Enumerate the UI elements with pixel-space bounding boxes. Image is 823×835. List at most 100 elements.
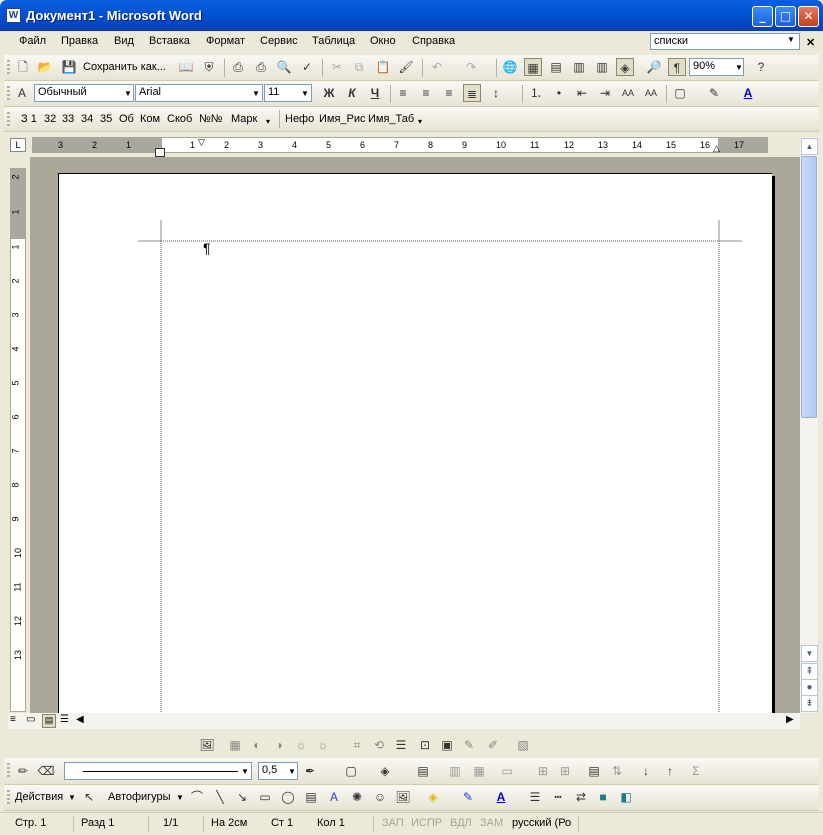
book-icon[interactable]: 📖 [177,58,195,76]
freeform-icon[interactable]: ⌒ [188,788,206,806]
custom-button-z1[interactable]: З 1 [21,113,37,125]
menu-help[interactable]: Справка [412,35,455,47]
wrap-text-icon[interactable]: ▧ [514,736,532,754]
hyperlink-icon[interactable]: 🌐 [501,58,519,76]
italic-button[interactable]: К [343,84,361,102]
line-color-icon[interactable]: ✎ [459,788,477,806]
arrow-icon[interactable]: ↘ [233,788,251,806]
print-preview-icon[interactable]: ⎙ [252,58,270,76]
show-formatting-icon[interactable]: ¶ [668,58,686,76]
color-icon[interactable]: ▦ [226,736,244,754]
line-color-icon[interactable]: ✒ [301,762,319,780]
help-search-input[interactable]: списки [650,33,800,50]
browse-object-icon[interactable]: ● [801,679,818,696]
clip-art-icon[interactable]: ☺ [371,788,389,806]
sort-ascending-icon[interactable]: ↓ [637,762,655,780]
custom-button-kom[interactable]: Ком [140,113,160,125]
insert-excel-icon[interactable]: ▥ [570,58,588,76]
actions-dropdown-icon[interactable]: ▼ [68,793,76,802]
custom-button-figure-name[interactable]: Имя_Рис [319,113,366,125]
select-objects-icon[interactable]: ↖ [80,788,98,806]
menu-insert[interactable]: Вставка [149,35,190,47]
menu-file[interactable]: Файл [19,35,46,47]
word-icon[interactable]: W [6,8,21,23]
border-icon[interactable]: ▢ [342,762,360,780]
save-icon[interactable]: 💾 [60,58,78,76]
minimize-button[interactable]: _ [752,6,773,27]
arrow-style-icon[interactable]: ⇄ [572,788,590,806]
drawing-icon[interactable]: ◈ [616,58,634,76]
font-color-icon[interactable]: A [739,84,757,102]
status-track-changes[interactable]: ИСПР [411,817,442,829]
menu-tools[interactable]: Сервис [260,35,298,47]
paste-icon[interactable]: 📋 [374,58,392,76]
custom-button-mark[interactable]: Марк [231,113,257,125]
status-extend[interactable]: ВДЛ [450,817,472,829]
custom-button-32[interactable]: 32 [44,113,56,125]
outline-view-icon[interactable]: ☰ [60,714,69,725]
print-icon[interactable]: ⎙ [229,58,247,76]
custom-button-nefo[interactable]: Нефо [285,113,314,125]
menu-window[interactable]: Окно [370,35,396,47]
eraser-icon[interactable]: ⌫ [37,762,55,780]
left-indent-marker[interactable] [155,148,165,157]
custom-button-35[interactable]: 35 [100,113,112,125]
previous-page-icon[interactable]: ⇞ [801,663,818,680]
border-icon[interactable]: ▢ [671,84,689,102]
font-dropdown-icon[interactable]: ▼ [252,89,260,98]
split-cells-icon[interactable]: ▦ [470,762,488,780]
paragraph-mark[interactable]: ¶ [203,240,211,256]
line-style-icon[interactable]: ☰ [526,788,544,806]
copy-icon[interactable]: ⧉ [350,58,368,76]
undo-icon[interactable]: ↶ [428,58,446,76]
brightness-up-icon[interactable]: ☼ [292,736,310,754]
font-size-dropdown-icon[interactable]: ▼ [301,89,309,98]
rotate-icon[interactable]: ⟲ [370,736,388,754]
horizontal-scrollbar[interactable] [8,713,800,729]
custom-button-skob[interactable]: Скоб [167,113,192,125]
custom-button-34[interactable]: 34 [81,113,93,125]
set-transparent-icon[interactable]: ✎ [460,736,478,754]
line-weight-dropdown-icon[interactable]: ▼ [288,767,296,776]
cut-icon[interactable]: ✂ [328,58,346,76]
distribute-rows-icon[interactable]: ⊞ [534,762,552,780]
table-autoformat-icon[interactable]: ▤ [585,762,603,780]
bullets-icon[interactable]: • [550,84,568,102]
oval-icon[interactable]: ◯ [279,788,297,806]
vertical-scroll-thumb[interactable] [801,156,817,418]
menu-table[interactable]: Таблица [312,35,355,47]
autoshapes-dropdown-icon[interactable]: ▼ [176,793,184,802]
decrease-indent-icon[interactable]: ⇤ [573,84,591,102]
preview-icon[interactable]: 🔍 [275,58,293,76]
first-line-indent-marker[interactable]: ▽ [198,137,205,148]
text-box-icon[interactable]: ▤ [302,788,320,806]
align-left-icon[interactable]: ≡ [394,84,412,102]
save-as-button[interactable]: Сохранить как... [83,61,166,73]
picture-icon[interactable]: 🖼 [394,788,412,806]
scroll-up-button[interactable]: ▲ [801,138,818,155]
style-dropdown-icon[interactable]: ▼ [124,89,132,98]
status-overtype[interactable]: ЗАМ [480,817,503,829]
right-indent-marker[interactable]: △ [713,143,720,154]
contrast-up-icon[interactable]: ◐ [248,736,266,754]
align-right-icon[interactable]: ≡ [440,84,458,102]
redo-icon[interactable]: ↷ [462,58,480,76]
shading-icon[interactable]: ◈ [376,762,394,780]
format-painter-icon[interactable]: 🖌 [397,58,415,76]
pencil-icon[interactable]: ✏ [14,762,32,780]
line-style-icon[interactable]: ☰ [392,736,410,754]
custom-button-nn[interactable]: №№ [199,113,223,125]
new-document-icon[interactable]: 🗋 [14,58,32,76]
crop-icon[interactable]: ⌗ [348,736,366,754]
line-spacing-icon[interactable]: ↕ [487,84,505,102]
align-center-icon[interactable]: ≡ [417,84,435,102]
custom-button-table-name[interactable]: Имя_Таб [368,113,414,125]
distribute-columns-icon[interactable]: ⊞ [556,762,574,780]
shrink-font-icon[interactable]: AA [642,84,660,102]
line-style-select[interactable] [64,762,252,780]
document-close-icon[interactable]: ✕ [806,36,815,49]
rectangle-icon[interactable]: ▭ [256,788,274,806]
align-cell-icon[interactable]: ▭ [498,762,516,780]
insert-picture-icon[interactable]: 🖼 [198,736,216,754]
normal-view-icon[interactable]: ≡ [10,714,16,725]
